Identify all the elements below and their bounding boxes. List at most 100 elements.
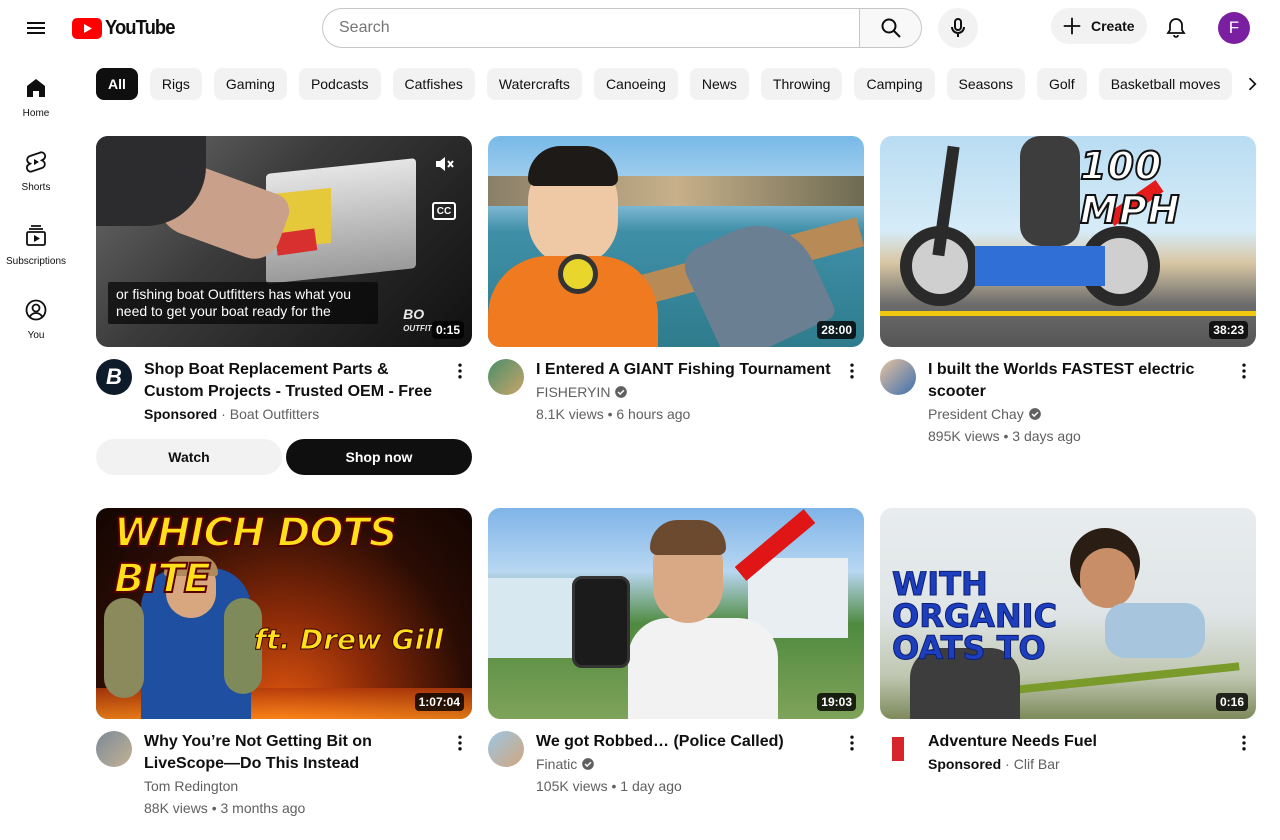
menu-button[interactable] (16, 8, 56, 48)
notifications-button[interactable] (1156, 8, 1196, 48)
chip-golf[interactable]: Golf (1037, 68, 1087, 100)
chip-all[interactable]: All (96, 68, 138, 100)
chip-basketball-moves[interactable]: Basketball moves (1098, 68, 1233, 100)
channel-avatar[interactable] (880, 359, 916, 395)
thumbnail-overlay-line-3: OATS TO (892, 629, 1047, 667)
chip-gaming[interactable]: Gaming (213, 68, 287, 100)
channel-name[interactable]: FISHERYIN (536, 381, 610, 403)
chip-rigs[interactable]: Rigs (149, 68, 202, 100)
ad-channel-line: Sponsored · Boat Outfitters (144, 403, 444, 425)
account-avatar[interactable]: F (1218, 12, 1250, 44)
video-title[interactable]: I built the Worlds FASTEST electric scoo… (928, 359, 1228, 403)
you-icon (25, 299, 47, 321)
watch-button[interactable]: Watch (96, 439, 282, 475)
sidebar-item-shorts[interactable]: Shorts (0, 130, 72, 204)
video-card: 100 MPH 38:23 I built the Worlds FASTEST… (880, 136, 1256, 447)
chip-throwing[interactable]: Throwing (760, 68, 843, 100)
chip-catfishes[interactable]: Catfishes (392, 68, 475, 100)
more-vert-icon (850, 735, 854, 751)
channel-line: Tom Redington (144, 775, 444, 797)
video-thumbnail[interactable]: 100 MPH 38:23 (880, 136, 1256, 347)
filter-chips-bar: All Rigs Gaming Podcasts Catfishes Water… (96, 68, 1280, 100)
sidebar-item-subscriptions[interactable]: Subscriptions (0, 204, 72, 278)
video-caption: or fishing boat Outfitters has what you … (108, 282, 378, 324)
brand-watermark-icon: BO OUTFIT (403, 306, 432, 333)
dot-separator: · (1005, 756, 1010, 772)
channel-avatar[interactable] (96, 731, 132, 767)
channel-avatar[interactable] (488, 731, 524, 767)
video-card: WHICH DOTS BITE ft. Drew Gill 1:07:04 Wh… (96, 508, 472, 819)
video-thumbnail[interactable]: 19:03 (488, 508, 864, 719)
more-vert-icon (1242, 735, 1246, 751)
chips-next-button[interactable] (1240, 68, 1264, 100)
chip-canoeing[interactable]: Canoeing (593, 68, 678, 100)
more-options-button[interactable] (448, 731, 472, 755)
shop-now-button[interactable]: Shop now (286, 439, 472, 475)
video-card-ad: CC or fishing boat Outfitters has what y… (96, 136, 472, 475)
thumbnail-overlay-text: 100 MPH (1079, 143, 1181, 233)
microphone-icon (951, 18, 965, 37)
video-thumbnail[interactable]: 28:00 (488, 136, 864, 347)
video-title[interactable]: Shop Boat Replacement Parts & Custom Pro… (144, 359, 444, 403)
video-stats: 105K views • 1 day ago (536, 778, 682, 794)
chip-seasons[interactable]: Seasons (946, 68, 1025, 100)
mute-icon[interactable] (432, 152, 456, 176)
channel-avatar[interactable] (880, 731, 916, 767)
video-thumbnail[interactable]: CC or fishing boat Outfitters has what y… (96, 136, 472, 347)
video-stats: 8.1K views • 6 hours ago (536, 406, 691, 422)
mini-guide: Home Shorts Subscriptions You (0, 56, 72, 352)
more-options-button[interactable] (1232, 359, 1256, 383)
video-thumbnail[interactable]: WHICH DOTS BITE ft. Drew Gill 1:07:04 (96, 508, 472, 719)
channel-name[interactable]: President Chay (928, 403, 1024, 425)
ad-channel-line: Sponsored · Clif Bar (928, 753, 1228, 775)
more-options-button[interactable] (840, 731, 864, 755)
ad-actions: Watch Shop now (96, 439, 472, 475)
video-card-ad: WITH ORGANIC OATS TO 0:16 Adventure Need… (880, 508, 1256, 775)
chip-podcasts[interactable]: Podcasts (298, 68, 381, 100)
thumbnail-subtext: ft. Drew Gill (253, 623, 444, 657)
channel-name[interactable]: Tom Redington (144, 775, 238, 797)
search-bar (322, 8, 922, 48)
sidebar-label: Subscriptions (5, 256, 67, 267)
channel-avatar[interactable]: B (96, 359, 132, 395)
chip-news[interactable]: News (689, 68, 749, 100)
video-stats: 88K views • 3 months ago (144, 800, 306, 816)
search-button[interactable] (859, 8, 922, 48)
video-duration: 38:23 (1209, 321, 1248, 339)
home-icon (27, 79, 45, 97)
video-meta: I Entered A GIANT Fishing Tournament FIS… (488, 359, 864, 425)
chip-camping[interactable]: Camping (854, 68, 935, 100)
sidebar-item-you[interactable]: You (0, 278, 72, 352)
top-bar: YouTube Create F (0, 0, 1280, 56)
video-meta: We got Robbed… (Police Called) Finatic 1… (488, 731, 864, 797)
chip-watercrafts[interactable]: Watercrafts (486, 68, 582, 100)
thumbnail-overlay-line-1: WITH (892, 565, 989, 603)
voice-search-button[interactable] (938, 8, 978, 48)
youtube-logo[interactable]: YouTube (72, 17, 181, 39)
sidebar-item-home[interactable]: Home (0, 56, 72, 130)
video-thumbnail[interactable]: WITH ORGANIC OATS TO 0:16 (880, 508, 1256, 719)
channel-name[interactable]: Boat Outfitters (230, 403, 319, 425)
channel-name[interactable]: Clif Bar (1014, 753, 1060, 775)
more-options-button[interactable] (1232, 731, 1256, 755)
video-title[interactable]: Why You’re Not Getting Bit on LiveScope—… (144, 731, 444, 775)
closed-captions-icon[interactable]: CC (432, 202, 456, 220)
video-title[interactable]: Adventure Needs Fuel (928, 731, 1228, 753)
verified-icon (1028, 408, 1041, 420)
verified-icon (582, 758, 595, 770)
sidebar-label: Home (22, 108, 50, 119)
video-stats: 895K views • 3 days ago (928, 428, 1081, 444)
dot-separator: · (221, 406, 226, 422)
video-duration: 28:00 (817, 321, 856, 339)
clif-bar-logo-icon (892, 737, 904, 761)
search-input[interactable] (322, 8, 859, 48)
channel-line: Finatic (536, 753, 836, 775)
more-options-button[interactable] (840, 359, 864, 383)
more-options-button[interactable] (448, 359, 472, 383)
video-duration: 0:16 (1215, 693, 1248, 711)
video-title[interactable]: I Entered A GIANT Fishing Tournament (536, 359, 836, 381)
channel-avatar[interactable] (488, 359, 524, 395)
video-title[interactable]: We got Robbed… (Police Called) (536, 731, 836, 753)
channel-name[interactable]: Finatic (536, 753, 577, 775)
create-button[interactable]: Create (1051, 8, 1147, 44)
